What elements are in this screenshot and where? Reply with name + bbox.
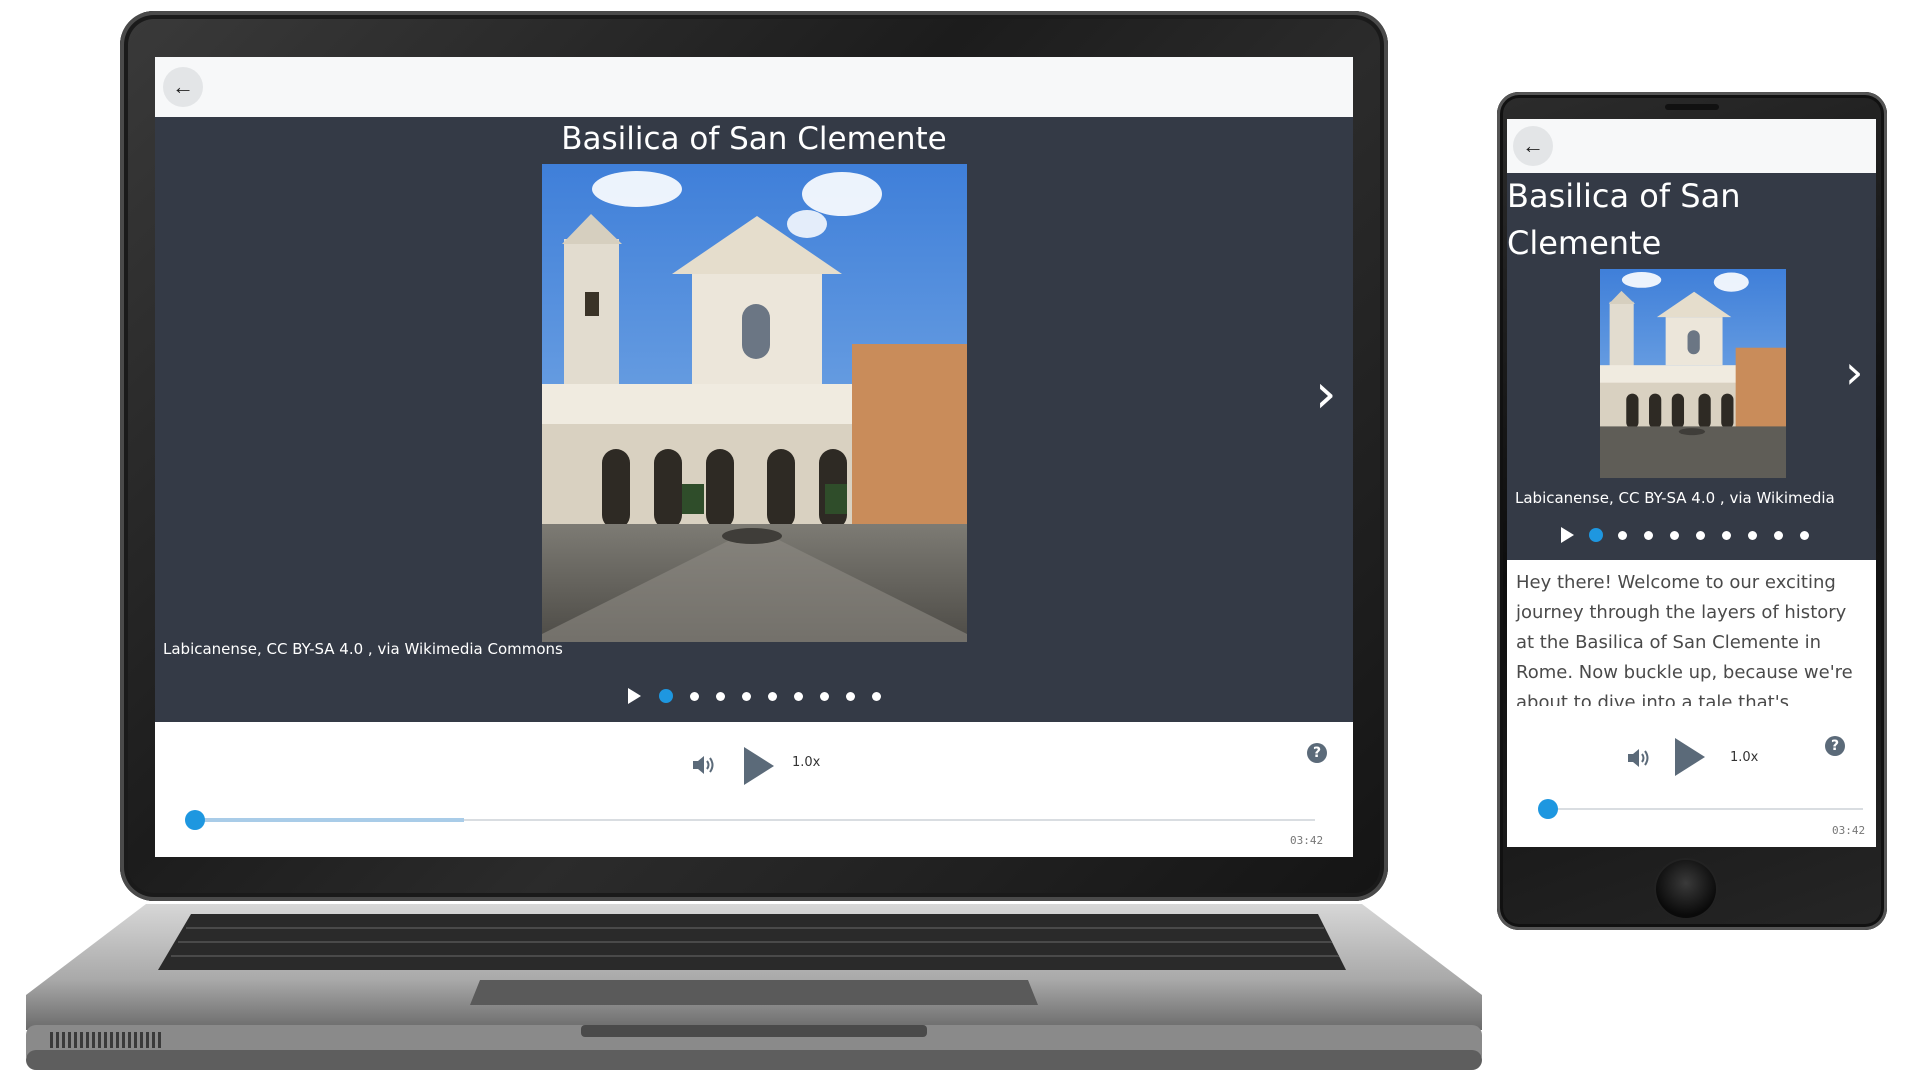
- arrow-left-icon: ←: [1522, 133, 1544, 158]
- slide-dot[interactable]: [872, 691, 881, 701]
- play-button[interactable]: [1675, 738, 1705, 776]
- slide-title: Basilica of San Clemente: [1507, 177, 1741, 262]
- play-button[interactable]: [744, 747, 774, 785]
- basilica-photo: [542, 164, 967, 642]
- slide-dot[interactable]: [1800, 530, 1809, 540]
- slide-dot[interactable]: [1644, 530, 1653, 540]
- back-button[interactable]: ←: [1513, 126, 1553, 166]
- slide-dot[interactable]: [659, 689, 673, 703]
- chevron-right-icon: ›: [1315, 362, 1337, 425]
- next-slide-button[interactable]: ›: [1315, 367, 1337, 421]
- basilica-photo: [1600, 269, 1786, 478]
- next-slide-button[interactable]: ›: [1845, 349, 1863, 395]
- image-caption: Labicanense, CC BY-SA 4.0 , via Wikimedi…: [1515, 489, 1835, 507]
- progress-track[interactable]: [1548, 808, 1863, 810]
- slide-dot[interactable]: [742, 691, 751, 701]
- volume-icon[interactable]: [1625, 746, 1651, 770]
- phone-screen: ← Basilica of San Clemente › Labicanense…: [1507, 119, 1876, 847]
- slide-dot[interactable]: [1618, 530, 1627, 540]
- progress-knob[interactable]: [1538, 799, 1558, 819]
- slide-dot[interactable]: [1589, 528, 1603, 542]
- volume-icon[interactable]: [690, 753, 716, 777]
- slide-image[interactable]: [1600, 269, 1786, 478]
- buffer-bar: [195, 818, 464, 822]
- transcript-text: Hey there! Welcome to our exciting journ…: [1507, 560, 1876, 706]
- laptop-screen: ← Basilica of San Clemente Labicanense, …: [155, 57, 1353, 857]
- slide-dots: [628, 686, 881, 706]
- slide-dot[interactable]: [1696, 530, 1705, 540]
- phone-speaker: [1665, 104, 1719, 110]
- help-icon[interactable]: ?: [1307, 743, 1327, 763]
- arrow-left-icon: ←: [172, 74, 194, 99]
- home-button[interactable]: [1656, 860, 1716, 918]
- play-icon[interactable]: [1561, 527, 1574, 543]
- back-button[interactable]: ←: [163, 67, 203, 107]
- slide-dot[interactable]: [1722, 530, 1731, 540]
- play-icon[interactable]: [628, 688, 641, 704]
- slide-dot[interactable]: [1748, 530, 1757, 540]
- slide-dot[interactable]: [716, 691, 725, 701]
- speed-button[interactable]: 1.0x: [1730, 750, 1758, 765]
- audio-player: 1.0x ? 03:42: [1507, 706, 1876, 847]
- speed-button[interactable]: 1.0x: [792, 755, 820, 770]
- slide-dot[interactable]: [690, 691, 699, 701]
- slide-dot[interactable]: [846, 691, 855, 701]
- laptop-base: [26, 900, 1482, 1075]
- slide-dot[interactable]: [1670, 530, 1679, 540]
- help-icon[interactable]: ?: [1825, 736, 1845, 756]
- slide-dot[interactable]: [768, 691, 777, 701]
- chevron-right-icon: ›: [1845, 345, 1864, 399]
- audio-player: 1.0x ? 03:42: [155, 722, 1353, 857]
- slide-dot[interactable]: [820, 691, 829, 701]
- slide-dot[interactable]: [1774, 530, 1783, 540]
- slide-title: Basilica of San Clemente: [561, 121, 947, 157]
- slide-image[interactable]: [542, 164, 967, 642]
- slide-dots: [1561, 525, 1809, 545]
- progress-knob[interactable]: [185, 810, 205, 830]
- image-caption: Labicanense, CC BY-SA 4.0 , via Wikimedi…: [163, 640, 563, 658]
- duration-label: 03:42: [1832, 824, 1866, 837]
- duration-label: 03:42: [1290, 834, 1324, 847]
- app-top-bar: ←: [1507, 119, 1876, 173]
- slide-dot[interactable]: [794, 691, 803, 701]
- app-top-bar: ←: [155, 57, 1353, 117]
